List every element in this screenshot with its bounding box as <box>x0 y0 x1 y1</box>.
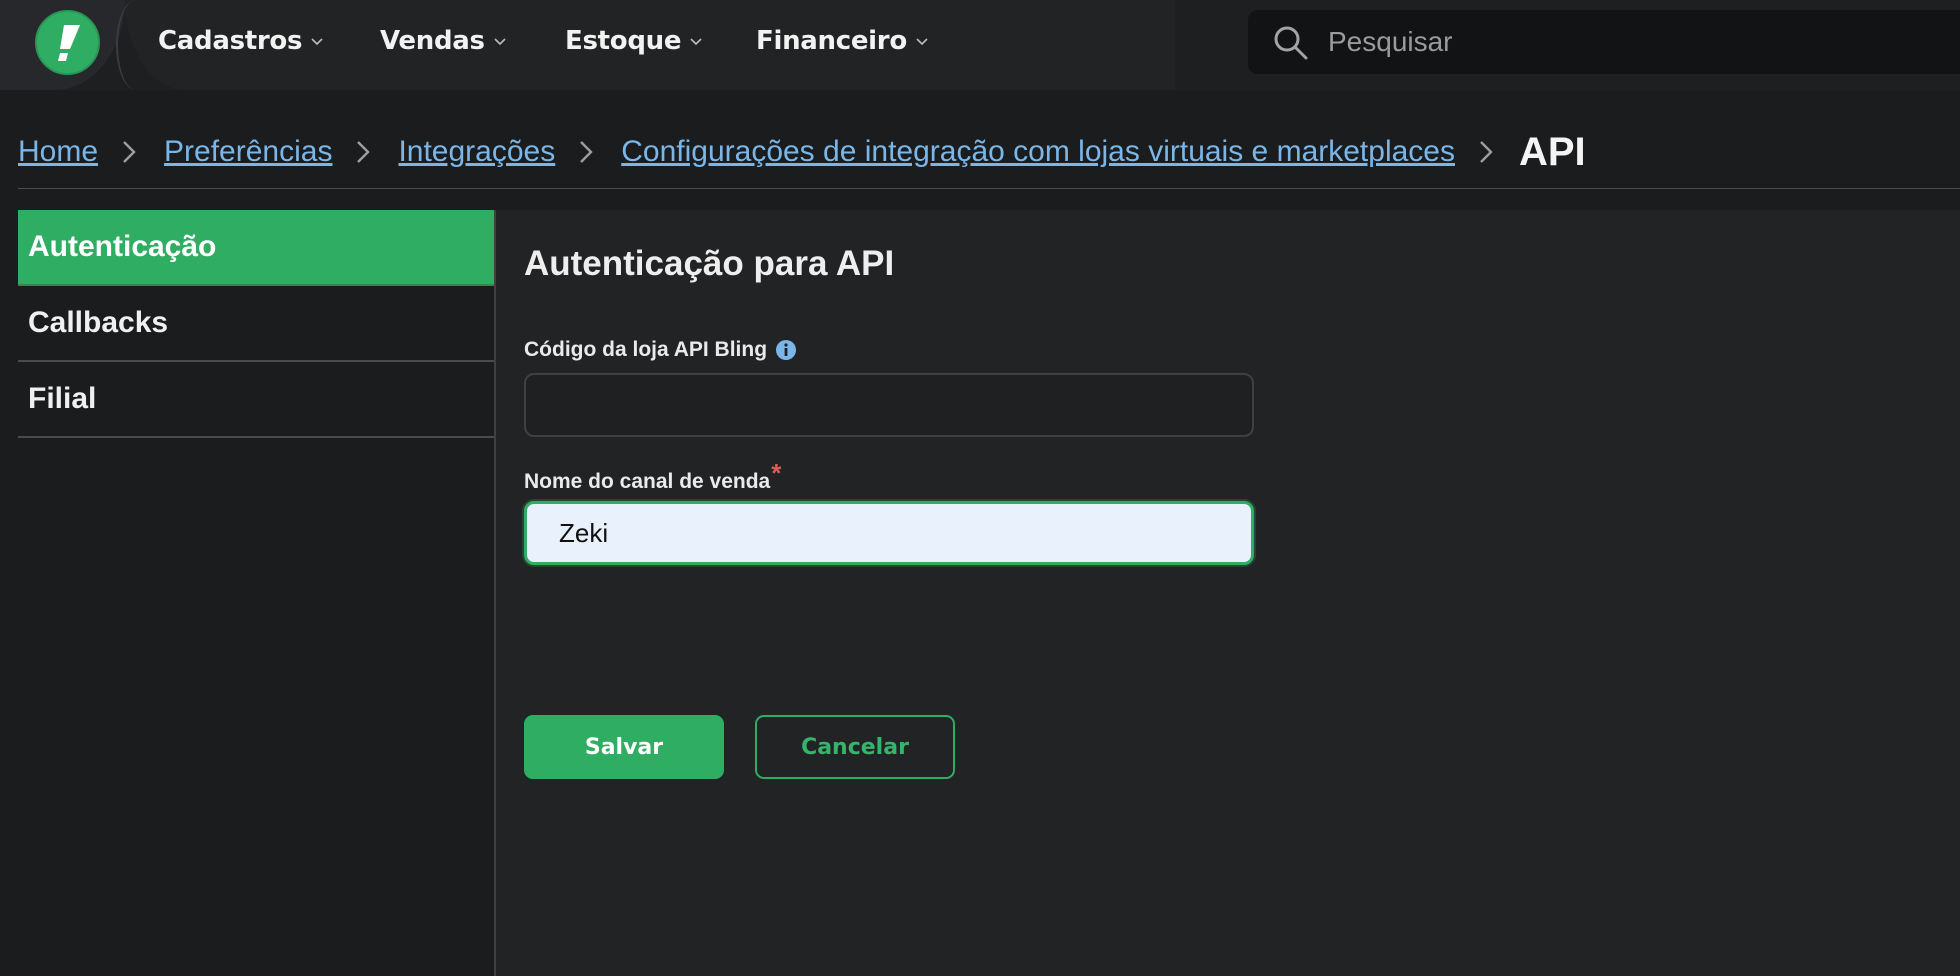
breadcrumb-link-preferencias[interactable]: Preferências <box>164 135 332 169</box>
chevron-down-icon <box>311 38 323 46</box>
field-label-text: Nome do canal de venda <box>524 469 771 493</box>
info-icon[interactable] <box>775 339 797 361</box>
field-label-codigo-loja: Código da loja API Bling <box>524 338 797 362</box>
breadcrumb-divider <box>18 188 1960 189</box>
codigo-loja-input[interactable] <box>524 373 1254 437</box>
main-panel: Autenticação para API Código da loja API… <box>496 210 1960 976</box>
menu-item-vendas[interactable]: Vendas <box>380 24 507 58</box>
chevron-down-icon <box>494 38 506 46</box>
chevron-right-icon <box>357 141 371 163</box>
menu-item-financeiro[interactable]: Financeiro <box>756 24 929 58</box>
menu-item-label: Estoque <box>565 26 682 56</box>
search-icon <box>1274 26 1308 60</box>
settings-sidebar: Autenticação Callbacks Filial <box>18 210 494 976</box>
breadcrumb: Home Preferências Integrações Configuraç… <box>18 124 1586 180</box>
chevron-down-icon <box>916 38 928 46</box>
breadcrumb-current: API <box>1518 129 1586 174</box>
chevron-right-icon <box>1480 141 1493 163</box>
cancel-button[interactable]: Cancelar <box>755 715 955 779</box>
chevron-down-icon <box>690 38 702 46</box>
field-label-text: Código da loja API Bling <box>524 338 768 361</box>
breadcrumb-link-configuracoes[interactable]: Configurações de integração com lojas vi… <box>621 135 1455 169</box>
canal-venda-input[interactable] <box>524 501 1254 565</box>
top-navigation-bar: Cadastros Vendas Estoque Financeiro <box>0 0 1960 90</box>
chevron-right-icon <box>123 141 136 163</box>
menu-item-label: Vendas <box>380 26 485 56</box>
menu-item-label: Financeiro <box>756 26 907 56</box>
sidebar-item-label: Callbacks <box>28 306 169 339</box>
sidebar-item-label: Autenticação <box>28 230 217 263</box>
menu-item-cadastros[interactable]: Cadastros <box>158 24 324 58</box>
sidebar-item-callbacks[interactable]: Callbacks <box>18 286 494 362</box>
breadcrumb-link-integracoes[interactable]: Integrações <box>398 135 555 169</box>
bling-logo[interactable] <box>35 10 100 75</box>
menu-item-estoque[interactable]: Estoque <box>565 24 703 58</box>
chevron-right-icon <box>580 141 593 163</box>
field-label-canal-venda: Nome do canal de venda * <box>524 458 781 497</box>
page-title: Autenticação para API <box>524 244 895 283</box>
sidebar-item-filial[interactable]: Filial <box>18 362 494 438</box>
logo-mark-icon <box>57 24 80 61</box>
sidebar-item-autenticacao[interactable]: Autenticação <box>18 210 494 286</box>
menu-divider-curve <box>116 0 156 90</box>
main-menu: Cadastros Vendas Estoque Financeiro <box>125 0 1175 90</box>
search-input[interactable] <box>1328 18 1928 66</box>
breadcrumb-link-home[interactable]: Home <box>18 135 98 169</box>
save-button[interactable]: Salvar <box>524 715 724 779</box>
required-mark: * <box>771 458 782 488</box>
menu-item-label: Cadastros <box>158 26 303 56</box>
search-bar[interactable] <box>1248 10 1960 74</box>
sidebar-item-label: Filial <box>28 382 97 415</box>
